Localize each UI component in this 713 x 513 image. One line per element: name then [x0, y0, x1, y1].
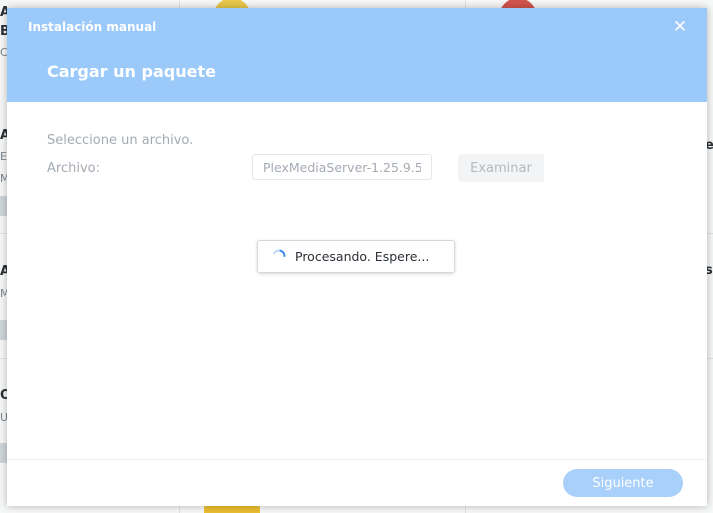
dialog-title: Instalación manual: [28, 20, 157, 34]
next-button[interactable]: Siguiente: [563, 469, 683, 497]
step-title: Cargar un paquete: [47, 62, 216, 81]
manual-install-dialog: Instalación manual ✕ Cargar un paquete S…: [7, 8, 707, 506]
footer-divider: [7, 459, 707, 460]
file-field-label: Archivo:: [47, 161, 100, 176]
processing-indicator: Procesando. Espere...: [257, 240, 455, 273]
dialog-header: Instalación manual ✕ Cargar un paquete: [7, 8, 707, 102]
file-path-input[interactable]: [252, 154, 432, 180]
instruction-text: Seleccione un archivo.: [47, 133, 194, 148]
close-icon[interactable]: ✕: [671, 18, 689, 36]
processing-text: Procesando. Espere...: [295, 249, 430, 264]
loading-spinner-icon: [273, 249, 286, 257]
browse-button[interactable]: Examinar: [458, 154, 544, 182]
